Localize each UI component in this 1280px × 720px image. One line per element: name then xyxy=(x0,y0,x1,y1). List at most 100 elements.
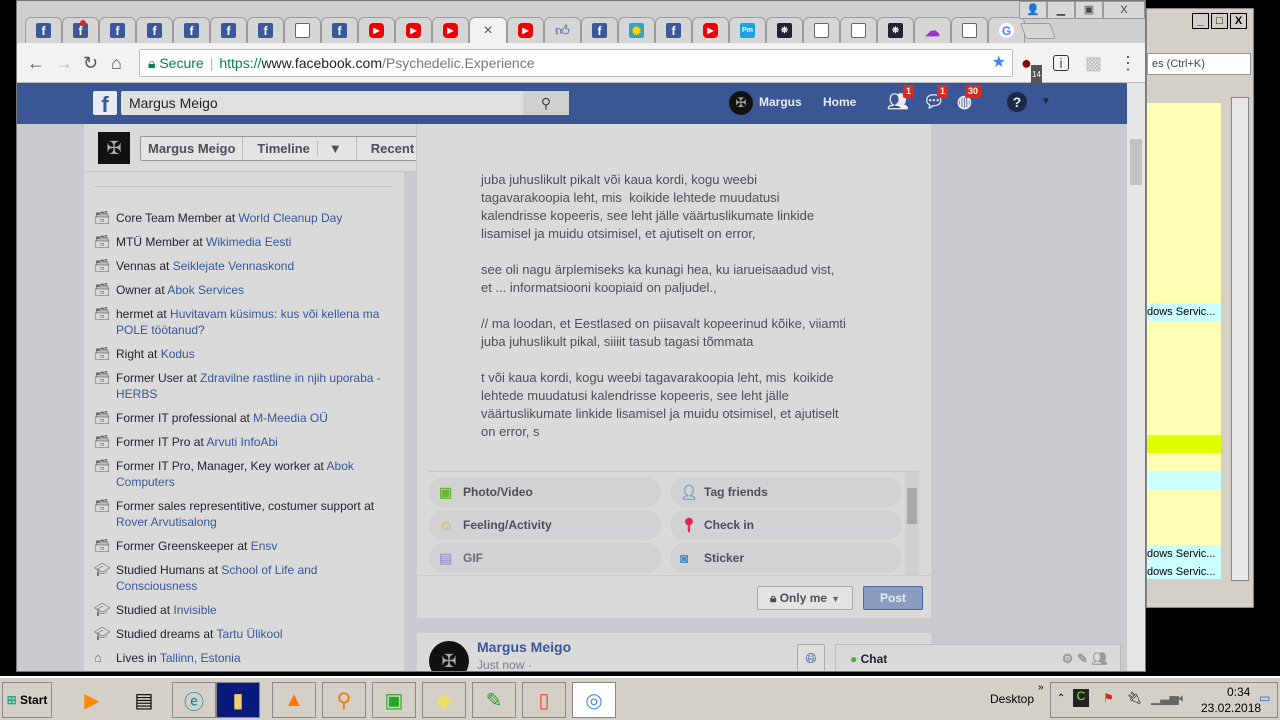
tab[interactable] xyxy=(951,17,988,43)
intro-link[interactable]: Tallinn, Estonia xyxy=(160,651,241,665)
compose-icon[interactable]: ✎ xyxy=(1077,651,1092,666)
tab[interactable]: f xyxy=(99,17,136,43)
background-window[interactable]: _ □ X es (Ctrl+K) dows Servic... dows Serv… xyxy=(1146,8,1254,608)
ublock-icon[interactable]: ● 14 xyxy=(1021,53,1042,85)
eset-icon[interactable]: ⓔ xyxy=(172,682,216,718)
bookmark-star-icon[interactable]: ★ xyxy=(992,50,1006,76)
list-item[interactable]: dows Servic... xyxy=(1147,545,1221,563)
info-extension-icon[interactable]: i xyxy=(1053,55,1069,71)
tab-active[interactable]: × xyxy=(469,17,507,43)
tab[interactable]: f xyxy=(247,17,284,43)
close-button[interactable]: X xyxy=(1103,1,1145,19)
minimize-button[interactable]: ▁ xyxy=(1047,1,1075,19)
list-item[interactable]: dows Servic... xyxy=(1147,303,1221,321)
clock-time[interactable]: 0:34 xyxy=(1227,685,1250,699)
tab[interactable]: f xyxy=(173,17,210,43)
add-people-icon[interactable]: 👥︎ xyxy=(1091,651,1108,666)
bg-list[interactable]: dows Servic... dows Servic... dows Servi… xyxy=(1147,103,1221,579)
search-input[interactable]: Margus Meigo ⚲ xyxy=(121,91,569,115)
post-timestamp[interactable]: Just now · xyxy=(477,658,532,671)
chevron-icon[interactable]: » xyxy=(1038,682,1044,693)
close-tab-icon[interactable]: × xyxy=(483,22,492,40)
help-icon[interactable]: ? xyxy=(1007,92,1027,112)
feeling-activity-button[interactable]: ☺ Feeling/Activity xyxy=(429,510,661,540)
power-icon[interactable]: 🔌︎ xyxy=(1127,691,1142,705)
tab[interactable]: f xyxy=(210,17,247,43)
friend-requests-icon[interactable]: 👥︎ 1 xyxy=(887,85,915,112)
tab[interactable]: f xyxy=(62,17,99,43)
tab[interactable]: ▶ xyxy=(507,17,544,43)
extension-icon[interactable]: ▩ xyxy=(1085,53,1102,73)
address-bar[interactable]: 🔒︎ Secure | https://www.facebook.com/Psych… xyxy=(139,49,1013,77)
post-button[interactable]: Post xyxy=(863,586,923,610)
tab[interactable]: ✹ xyxy=(618,17,655,43)
back-icon[interactable]: ← xyxy=(27,53,45,73)
gif-button[interactable]: ▤ GIF xyxy=(429,543,661,573)
page-scrollbar[interactable] xyxy=(1127,83,1145,671)
intro-link[interactable]: Arvuti InfoAbi xyxy=(206,435,277,449)
action-center-icon[interactable]: ⚑ xyxy=(1103,691,1114,705)
tab[interactable]: f xyxy=(321,17,358,43)
folder-icon[interactable]: ▮ xyxy=(216,682,260,718)
volume-icon[interactable]: 🔈︎ xyxy=(1179,691,1186,706)
intro-link[interactable]: Tartu Ülikool xyxy=(217,627,283,641)
tab[interactable]: f xyxy=(136,17,173,43)
tab[interactable]: Pm xyxy=(729,17,766,43)
user-avatar[interactable]: ✠ xyxy=(729,91,753,115)
account-menu-icon[interactable]: ▼ xyxy=(1041,96,1051,107)
chat-bar[interactable]: ● Chat ⚙ ✎ 👥︎ xyxy=(835,644,1121,671)
list-item-highlight[interactable] xyxy=(1147,435,1221,453)
start-button[interactable]: ⊞ Start xyxy=(2,682,52,718)
tab[interactable]: f xyxy=(581,17,618,43)
menu-icon[interactable]: ⋮ xyxy=(1119,53,1137,73)
tab[interactable]: ⛯ xyxy=(766,17,803,43)
list-item[interactable] xyxy=(1147,471,1221,489)
close-button[interactable]: X xyxy=(1230,13,1247,29)
desktop-toolbar[interactable]: Desktop xyxy=(990,692,1034,706)
tab-strip[interactable]: f f f f f f f f ▶ ▶ ▶ × ▶ 👍︎ f ✹ f ▶ Pm ⛯ ⛯ ☁ G xyxy=(25,17,1025,43)
tab[interactable]: ▶ xyxy=(432,17,469,43)
tab[interactable]: ▶ xyxy=(692,17,729,43)
tab[interactable]: G xyxy=(988,17,1025,43)
tab[interactable]: ▶ xyxy=(395,17,432,43)
notifications-globe-icon[interactable]: ◍ 30 xyxy=(957,85,982,112)
reload-icon[interactable]: ↻ xyxy=(83,53,98,73)
tab[interactable] xyxy=(840,17,877,43)
intro-link[interactable]: Wikimedia Eesti xyxy=(206,235,291,249)
search-app-icon[interactable]: ⚲ xyxy=(322,682,366,718)
globe-icon[interactable]: 🌐︎ xyxy=(797,644,825,671)
profile-icon[interactable]: 👤 xyxy=(1019,1,1047,19)
home-link[interactable]: Home xyxy=(823,95,856,109)
intro-link[interactable]: Kodus xyxy=(161,347,195,361)
home-icon[interactable]: ⌂ xyxy=(111,53,122,73)
tab[interactable]: f xyxy=(655,17,692,43)
tab[interactable]: ▶ xyxy=(358,17,395,43)
show-hidden-icon[interactable]: ⌃ xyxy=(1057,693,1065,704)
forward-icon[interactable]: → xyxy=(55,53,73,73)
tag-friends-button[interactable]: 👤︎ Tag friends xyxy=(670,477,902,507)
check-in-button[interactable]: 📍︎ Check in xyxy=(670,510,902,540)
author-avatar[interactable]: ✠ xyxy=(429,641,469,671)
notepadpp-icon[interactable]: ✎ xyxy=(472,682,516,718)
maximize-button[interactable]: □ xyxy=(1211,13,1228,29)
author-name[interactable]: Margus Meigo xyxy=(477,639,571,655)
new-tab-button[interactable] xyxy=(1020,23,1056,39)
tab[interactable]: ☁ xyxy=(914,17,951,43)
list-item[interactable]: dows Servic... xyxy=(1147,563,1221,579)
gear-icon[interactable]: ⚙ xyxy=(1062,651,1077,666)
sticky-notes-icon[interactable]: ◆ xyxy=(422,682,466,718)
bg-scrollbar[interactable] xyxy=(1231,97,1249,581)
actions-scrollbar[interactable] xyxy=(905,472,919,575)
network-icon[interactable]: ▁▃▅ xyxy=(1151,691,1179,705)
search-icon[interactable]: ⚲ xyxy=(523,91,569,115)
messenger-icon[interactable]: 💬︎ 1 xyxy=(923,85,949,112)
tray-app-icon[interactable]: C xyxy=(1073,689,1089,707)
intro-link[interactable]: Ensv xyxy=(251,539,278,553)
media-player-icon[interactable]: ▶ xyxy=(70,682,114,718)
tab[interactable]: ⛯ xyxy=(877,17,914,43)
profile-link[interactable]: Margus xyxy=(759,95,802,109)
tab[interactable] xyxy=(284,17,321,43)
profile-name-button[interactable]: Margus Meigo xyxy=(141,137,244,160)
timeline-button[interactable]: Timeline ▼ xyxy=(243,137,357,160)
intro-link[interactable]: World Cleanup Day xyxy=(239,211,343,225)
